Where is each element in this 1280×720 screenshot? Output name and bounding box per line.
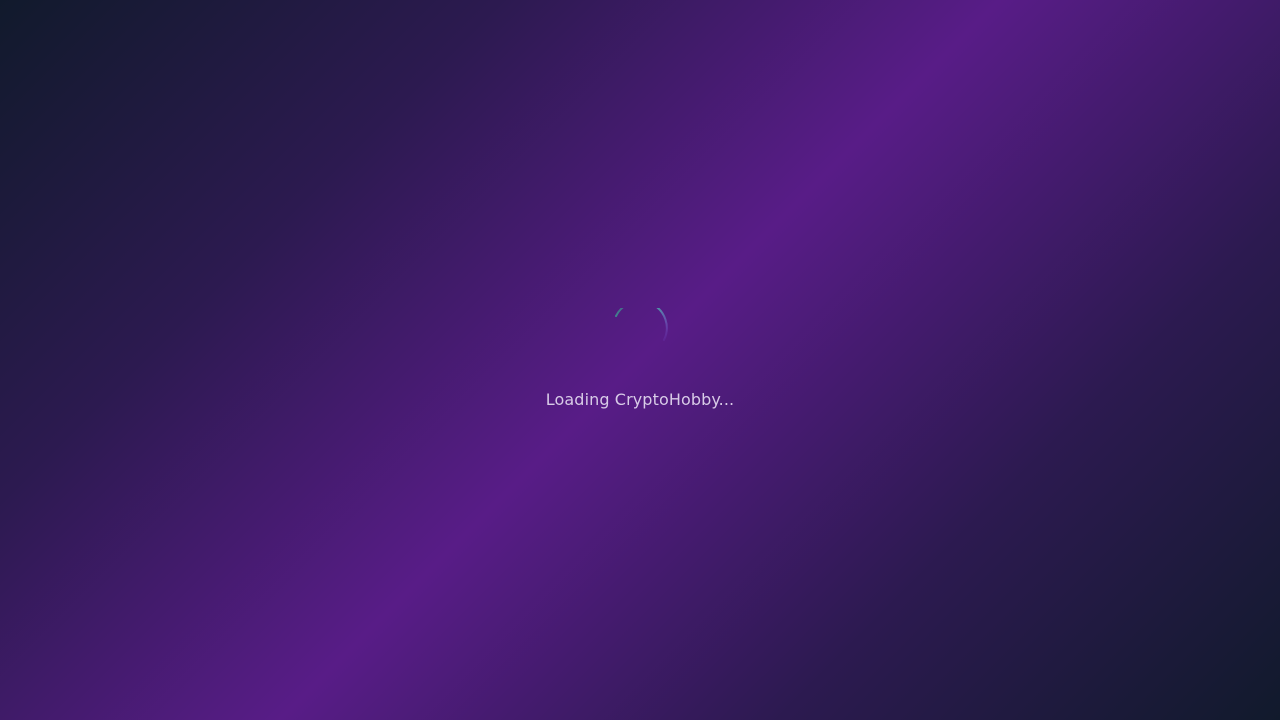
spinner-icon [615,308,668,341]
loading-spinner [612,308,668,364]
loading-screen: Loading CryptoHobby... [0,0,1280,720]
loading-message: Loading CryptoHobby... [545,390,735,409]
